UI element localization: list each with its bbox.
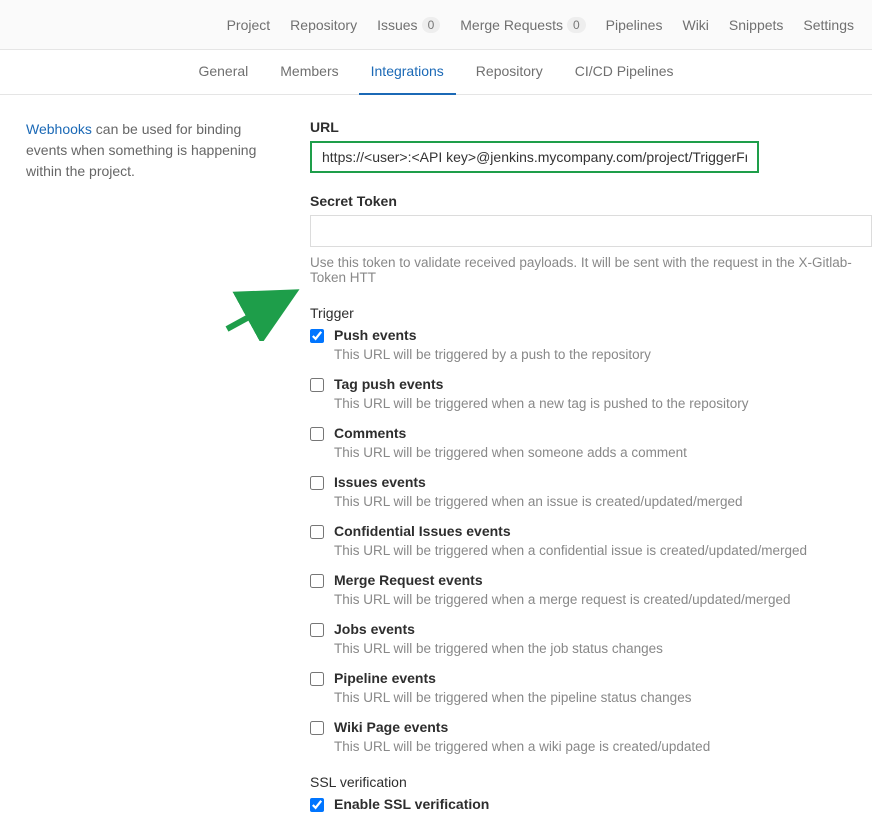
trigger-checkbox-confidential-issues-events[interactable] [310,525,324,539]
topnav-item-label: Snippets [729,17,783,33]
trigger-desc: This URL will be triggered when a merge … [334,592,872,607]
trigger-body: Push events This URL will be triggered by… [334,327,872,362]
trigger-desc: This URL will be triggered when a wiki p… [334,739,872,754]
trigger-checkbox-pipeline-events[interactable] [310,672,324,686]
secret-token-input[interactable] [310,215,872,247]
trigger-body: Comments This URL will be triggered when … [334,425,872,460]
trigger-body: Issues events This URL will be triggered … [334,474,872,509]
trigger-body: Pipeline events This URL will be triggere… [334,670,872,705]
trigger-item: Confidential Issues events This URL will … [310,523,872,558]
trigger-desc: This URL will be triggered when a confid… [334,543,872,558]
secret-token-label: Secret Token [310,193,872,209]
trigger-title: Merge Request events [334,572,872,588]
url-input[interactable] [310,141,759,173]
tab-general[interactable]: General [186,50,260,95]
trigger-title: Push events [334,327,872,343]
trigger-title: Jobs events [334,621,872,637]
secret-token-help: Use this token to validate received payl… [310,255,872,285]
ssl-label: SSL verification [310,774,872,790]
topnav-item-label: Settings [803,17,854,33]
topnav-item-label: Pipelines [606,17,663,33]
trigger-title: Wiki Page events [334,719,872,735]
trigger-checkbox-push-events[interactable] [310,329,324,343]
topnav-item-label: Merge Requests [460,17,563,33]
trigger-desc: This URL will be triggered when an issue… [334,494,872,509]
count-badge: 0 [422,17,441,33]
trigger-desc: This URL will be triggered when a new ta… [334,396,872,411]
topnav-item-issues[interactable]: Issues 0 [367,0,450,50]
trigger-desc: This URL will be triggered when the pipe… [334,690,872,705]
enable-ssl-label: Enable SSL verification [334,796,872,812]
webhooks-link[interactable]: Webhooks [26,121,92,137]
topnav-item-label: Issues [377,17,417,33]
trigger-item: Wiki Page events This URL will be trigger… [310,719,872,754]
trigger-desc: This URL will be triggered when someone … [334,445,872,460]
trigger-item: Tag push events This URL will be triggere… [310,376,872,411]
trigger-checkbox-comments[interactable] [310,427,324,441]
trigger-desc: This URL will be triggered by a push to … [334,347,872,362]
webhook-form: URL Secret Token Use this token to valid… [292,119,872,822]
topnav-item-pipelines[interactable]: Pipelines [596,0,673,50]
trigger-body: Merge Request events This URL will be tri… [334,572,872,607]
trigger-title: Confidential Issues events [334,523,872,539]
trigger-label: Trigger [310,305,872,321]
trigger-title: Comments [334,425,872,441]
project-topnav: ProjectRepositoryIssues0Merge Requests0P… [0,0,872,50]
trigger-title: Issues events [334,474,872,490]
trigger-item: Push events This URL will be triggered by… [310,327,872,362]
url-label: URL [310,119,872,135]
topnav-item-label: Wiki [682,17,708,33]
trigger-item: Merge Request events This URL will be tri… [310,572,872,607]
trigger-desc: This URL will be triggered when the job … [334,641,872,656]
topnav-item-merge-requests[interactable]: Merge Requests0 [450,0,595,50]
tab-members[interactable]: Members [268,50,350,95]
trigger-checkbox-jobs-events[interactable] [310,623,324,637]
trigger-item: Pipeline events This URL will be triggere… [310,670,872,705]
trigger-item: Jobs events This URL will be triggered wh… [310,621,872,656]
trigger-checkbox-wiki-page-events[interactable] [310,721,324,735]
trigger-body: Confidential Issues events This URL will … [334,523,872,558]
trigger-checkbox-merge-request-events[interactable] [310,574,324,588]
topnav-item-snippets[interactable]: Snippets [719,0,793,50]
trigger-body: Wiki Page events This URL will be trigger… [334,719,872,754]
trigger-title: Tag push events [334,376,872,392]
trigger-title: Pipeline events [334,670,872,686]
topnav-item-repository[interactable]: Repository [280,0,367,50]
enable-ssl-checkbox[interactable] [310,798,324,812]
trigger-item: Comments This URL will be triggered when … [310,425,872,460]
sidebar-help: Webhooks can be used for binding events … [26,119,292,822]
tab-integrations[interactable]: Integrations [359,50,456,95]
topnav-item-wiki[interactable]: Wiki [672,0,718,50]
topnav-item-label: Project [227,17,271,33]
trigger-item: Issues events This URL will be triggered … [310,474,872,509]
trigger-body: Tag push events This URL will be triggere… [334,376,872,411]
topnav-item-project[interactable]: Project [217,0,281,50]
count-badge: 0 [567,17,586,33]
trigger-checkbox-issues-events[interactable] [310,476,324,490]
topnav-item-settings[interactable]: Settings [793,0,864,50]
trigger-checkbox-tag-push-events[interactable] [310,378,324,392]
tab-repository[interactable]: Repository [464,50,555,95]
trigger-body: Jobs events This URL will be triggered wh… [334,621,872,656]
settings-subnav: GeneralMembersIntegrationsRepositoryCI/C… [0,50,872,95]
tab-ci-cd-pipelines[interactable]: CI/CD Pipelines [563,50,686,95]
topnav-item-label: Repository [290,17,357,33]
